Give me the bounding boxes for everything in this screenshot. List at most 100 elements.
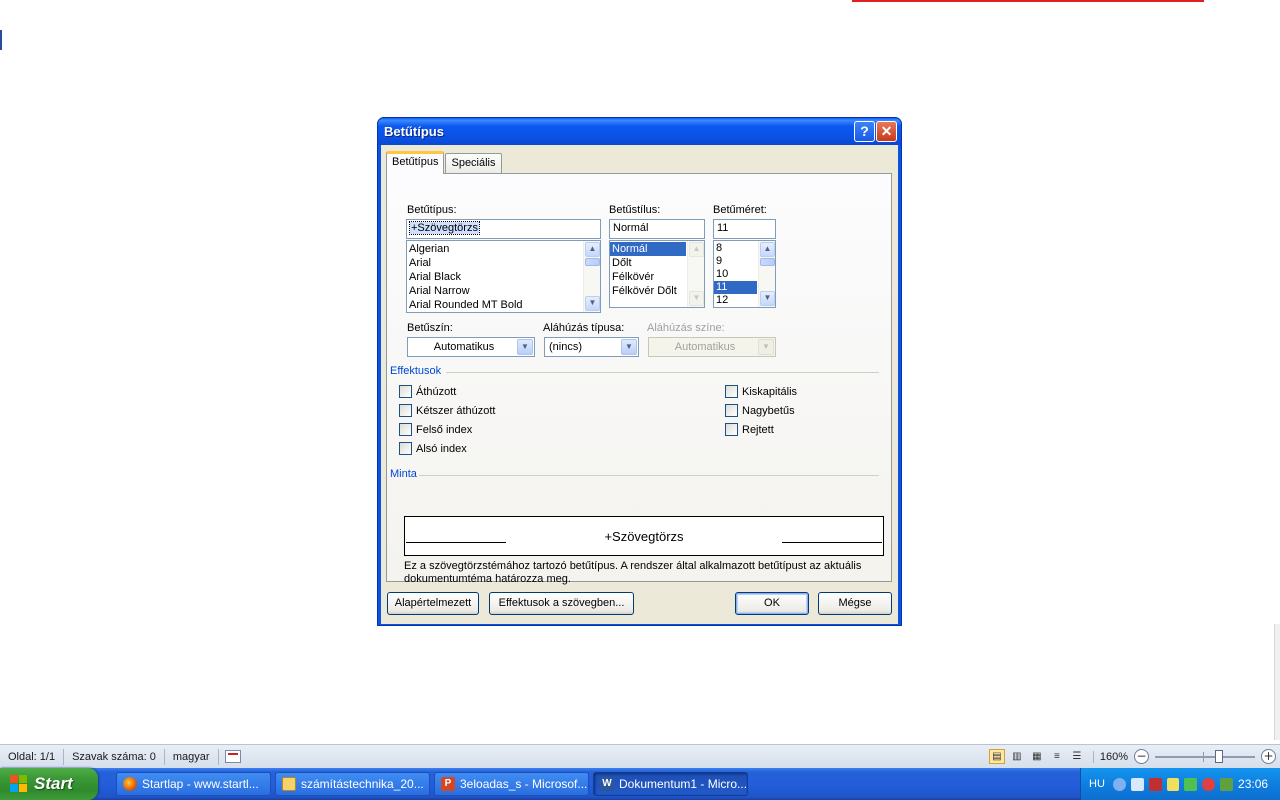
preview-title: Minta xyxy=(390,468,417,480)
size-label: Betűméret: xyxy=(713,204,767,216)
help-button[interactable]: ? xyxy=(854,121,875,142)
scroll-up-icon[interactable]: ▲ xyxy=(585,242,600,257)
font-list[interactable]: Algerian Arial Arial Black Arial Narrow … xyxy=(406,240,601,313)
taskbar-item-word[interactable]: W Dokumentum1 - Micro... xyxy=(593,772,748,796)
style-list[interactable]: Normál Dőlt Félkövér Félkövér Dőlt ▲ ▼ xyxy=(609,240,705,308)
zoom-slider-thumb[interactable] xyxy=(1215,749,1223,763)
size-input[interactable]: 11 xyxy=(713,219,776,239)
checkbox-box[interactable] xyxy=(725,404,738,417)
subscript-checkbox[interactable]: Alsó index xyxy=(399,442,467,455)
network-icon[interactable] xyxy=(1130,777,1144,791)
checkbox-label: Kiskapitális xyxy=(742,385,798,398)
style-input[interactable]: Normál xyxy=(609,219,705,239)
chevron-down-icon[interactable]: ▼ xyxy=(517,339,533,355)
font-list-scrollbar[interactable]: ▲ ▼ xyxy=(583,241,600,312)
taskbar-item-firefox[interactable]: Startlap - www.startl... xyxy=(116,772,271,796)
hidden-checkbox[interactable]: Rejtett xyxy=(725,423,774,436)
ruler-marker xyxy=(0,30,2,50)
checkbox-box[interactable] xyxy=(399,385,412,398)
folder-icon xyxy=(282,777,296,791)
checkbox-box[interactable] xyxy=(399,442,412,455)
zoom-out-icon[interactable]: − xyxy=(1134,749,1149,764)
strikethrough-checkbox[interactable]: Áthúzott xyxy=(399,385,456,398)
draft-view-icon[interactable]: ☰ xyxy=(1069,749,1085,764)
powerpoint-icon: P xyxy=(441,777,455,791)
full-screen-reading-view-icon[interactable]: ▥ xyxy=(1009,749,1025,764)
font-dialog: Betűtípus ? ✕ Betűtípus Speciális Betűtí… xyxy=(377,117,902,626)
scroll-down-icon[interactable]: ▼ xyxy=(760,291,775,306)
notification-icon[interactable] xyxy=(1166,777,1180,791)
size-list[interactable]: 8 9 10 11 12 ▲ ▼ xyxy=(713,240,776,308)
clock[interactable]: 23:06 xyxy=(1238,777,1280,791)
font-color-select[interactable]: Automatikus ▼ xyxy=(407,337,535,357)
dialog-titlebar[interactable]: Betűtípus ? ✕ xyxy=(378,118,901,145)
close-button[interactable]: ✕ xyxy=(876,121,897,142)
scroll-up-icon[interactable]: ▲ xyxy=(689,242,704,257)
underline-type-select[interactable]: (nincs) ▼ xyxy=(544,337,639,357)
antivirus-icon[interactable] xyxy=(1202,777,1216,791)
scroll-thumb[interactable] xyxy=(585,258,600,266)
effects-divider xyxy=(446,372,879,373)
outline-view-icon[interactable]: ≡ xyxy=(1049,749,1065,764)
tab-font[interactable]: Betűtípus xyxy=(386,151,445,174)
superscript-checkbox[interactable]: Felső index xyxy=(399,423,472,436)
web-layout-view-icon[interactable]: ▦ xyxy=(1029,749,1045,764)
show-hidden-icons-icon[interactable] xyxy=(1112,777,1126,791)
checkbox-box[interactable] xyxy=(399,404,412,417)
cancel-button[interactable]: Mégse xyxy=(818,592,892,615)
taskbar-item-folder[interactable]: számítástechnika_20... xyxy=(275,772,430,796)
chevron-down-icon[interactable]: ▼ xyxy=(758,339,774,355)
taskbar-item-label: 3eloadas_s - Microsof... xyxy=(460,777,588,791)
style-list-scrollbar[interactable]: ▲ ▼ xyxy=(687,241,704,307)
scroll-up-icon[interactable]: ▲ xyxy=(760,242,775,257)
vertical-scrollbar[interactable] xyxy=(1274,624,1280,740)
checkbox-label: Felső index xyxy=(416,423,473,436)
zoom-in-icon[interactable]: + xyxy=(1261,749,1276,764)
security-alert-icon[interactable] xyxy=(1148,777,1162,791)
scroll-down-icon[interactable]: ▼ xyxy=(585,296,600,311)
scroll-down-icon[interactable]: ▼ xyxy=(689,291,704,306)
taskbar-item-powerpoint[interactable]: P 3eloadas_s - Microsof... xyxy=(434,772,589,796)
all-caps-checkbox[interactable]: Nagybetűs xyxy=(725,404,795,417)
zoom-level[interactable]: 160% xyxy=(1092,750,1134,763)
double-strikethrough-checkbox[interactable]: Kétszer áthúzott xyxy=(399,404,496,417)
language-indicator[interactable]: magyar xyxy=(165,748,219,765)
page-count[interactable]: Oldal: 1/1 xyxy=(0,748,65,765)
font-list-item[interactable]: Arial Rounded MT Bold xyxy=(407,298,600,312)
style-label: Betűstílus: xyxy=(609,204,661,216)
language-bar[interactable]: HU xyxy=(1089,778,1105,790)
taskbar: Start Startlap - www.startl... számítást… xyxy=(0,768,1280,800)
checkbox-box[interactable] xyxy=(399,423,412,436)
font-input-value: +Szövegtörzs xyxy=(409,221,480,235)
checkbox-box[interactable] xyxy=(725,385,738,398)
ok-button[interactable]: OK xyxy=(735,592,809,615)
checkbox-box[interactable] xyxy=(725,423,738,436)
small-caps-checkbox[interactable]: Kiskapitális xyxy=(725,385,797,398)
word-count[interactable]: Szavak száma: 0 xyxy=(64,748,165,765)
font-list-item[interactable]: Arial Black xyxy=(407,270,600,284)
tab-advanced[interactable]: Speciális xyxy=(445,153,502,173)
scroll-thumb[interactable] xyxy=(760,258,775,266)
print-layout-view-icon[interactable]: ▤ xyxy=(988,749,1005,764)
size-list-item[interactable]: 11 xyxy=(714,281,757,294)
set-default-button[interactable]: Alapértelmezett xyxy=(387,592,479,615)
style-list-item[interactable]: Normál xyxy=(610,242,686,256)
volume-icon[interactable] xyxy=(1184,777,1198,791)
font-list-item[interactable]: Algerian xyxy=(407,242,600,256)
update-icon[interactable] xyxy=(1220,777,1234,791)
checkbox-label: Alsó index xyxy=(416,442,467,455)
font-input[interactable]: +Szövegtörzs xyxy=(406,219,601,239)
firefox-icon xyxy=(123,777,137,791)
underline-color-select[interactable]: Automatikus ▼ xyxy=(648,337,776,357)
checkbox-label: Áthúzott xyxy=(416,385,457,398)
font-list-item[interactable]: Arial xyxy=(407,256,600,270)
zoom-slider[interactable] xyxy=(1155,749,1255,763)
checkbox-label: Kétszer áthúzott xyxy=(416,404,496,417)
proofing-icon[interactable] xyxy=(224,750,241,763)
font-color-value: Automatikus xyxy=(433,341,495,353)
font-list-item[interactable]: Arial Narrow xyxy=(407,284,600,298)
text-effects-button[interactable]: Effektusok a szövegben... xyxy=(489,592,634,615)
start-button[interactable]: Start xyxy=(0,768,98,800)
size-list-scrollbar[interactable]: ▲ ▼ xyxy=(758,241,775,307)
chevron-down-icon[interactable]: ▼ xyxy=(621,339,637,355)
